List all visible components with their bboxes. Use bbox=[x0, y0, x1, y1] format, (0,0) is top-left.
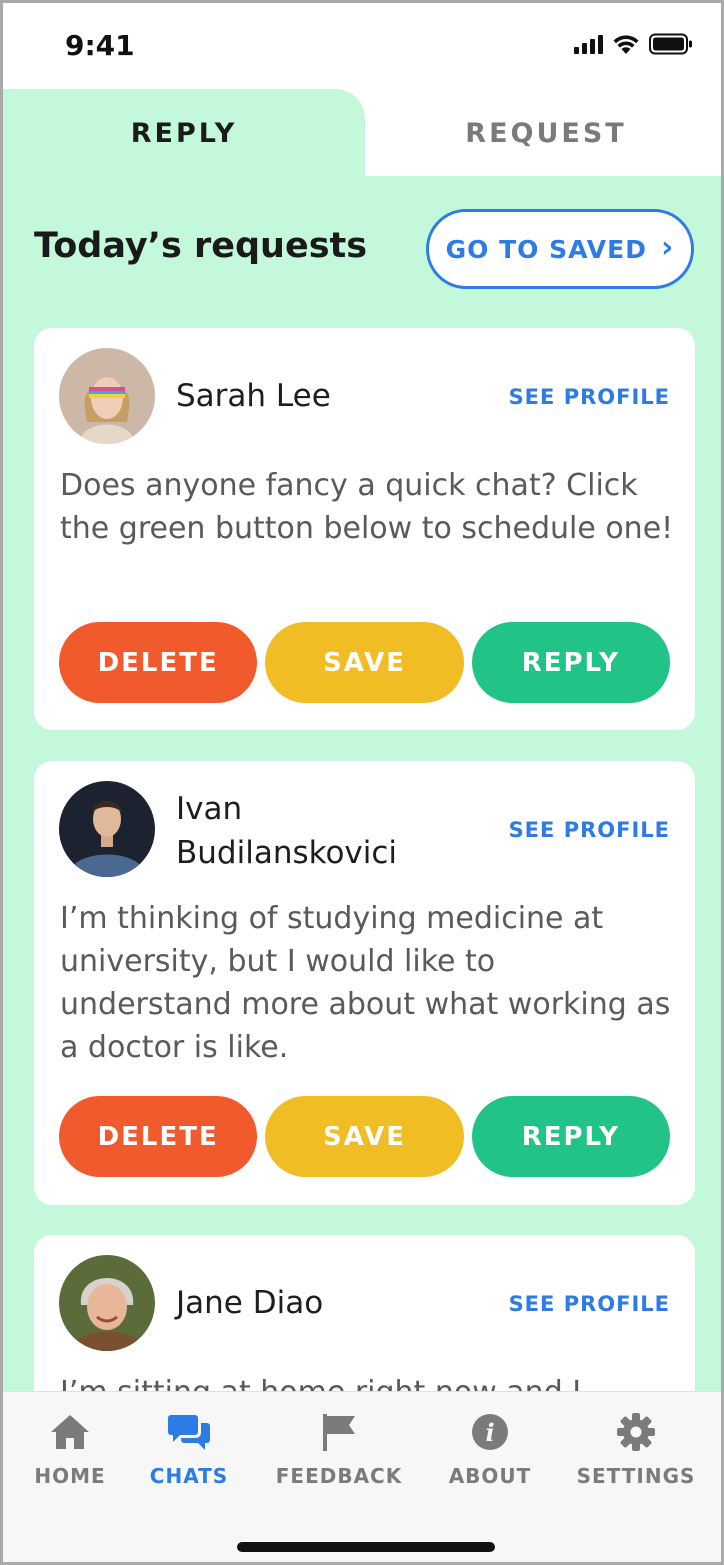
delete-button[interactable]: DELETE bbox=[59, 1096, 258, 1177]
card-actions: DELETE SAVE REPLY bbox=[59, 622, 670, 703]
request-message: I’m sitting at home right now and I bbox=[60, 1371, 675, 1391]
tab-reply[interactable]: REPLY bbox=[3, 89, 365, 177]
phone-screen: 9:41 REPLY REQUEST Today’s requests GO T… bbox=[0, 0, 724, 1565]
request-message: I’m thinking of studying medicine at uni… bbox=[60, 901, 671, 1065]
see-profile-link[interactable]: SEE PROFILE bbox=[509, 1292, 670, 1316]
reply-button[interactable]: REPLY bbox=[471, 1096, 670, 1177]
request-message: Does anyone fancy a quick chat? Click th… bbox=[60, 468, 674, 546]
avatar-ivan-image bbox=[59, 781, 155, 877]
request-card: Ivan Budilanskovici SEE PROFILE I’m thin… bbox=[34, 761, 695, 1205]
request-card: Jane Diao SEE PROFILE I’m sitting at hom… bbox=[34, 1235, 695, 1391]
chat-icon bbox=[168, 1415, 210, 1450]
battery-icon bbox=[649, 33, 692, 55]
home-indicator bbox=[237, 1542, 495, 1552]
request-card: Sarah Lee SEE PROFILE Does anyone fancy … bbox=[34, 328, 695, 730]
go-to-saved-label: GO TO SAVED bbox=[445, 234, 647, 264]
tab-request[interactable]: REQUEST bbox=[365, 89, 721, 177]
go-to-saved-button[interactable]: GO TO SAVED › bbox=[426, 209, 694, 289]
status-bar: 9:41 bbox=[3, 3, 721, 89]
requester-name: Jane Diao bbox=[176, 1285, 324, 1321]
avatar[interactable] bbox=[59, 1255, 155, 1351]
info-icon: i bbox=[472, 1414, 508, 1450]
requester-first-name: Ivan bbox=[176, 791, 243, 827]
see-profile-link[interactable]: SEE PROFILE bbox=[509, 385, 670, 409]
save-button[interactable]: SAVE bbox=[265, 622, 464, 703]
cellular-signal-icon bbox=[574, 34, 603, 54]
wifi-icon bbox=[613, 35, 639, 54]
avatar[interactable] bbox=[59, 348, 155, 444]
bottom-nav: HOME CHATS FEEDBACK i ABOUT SETTINGS bbox=[3, 1391, 721, 1562]
page-title: Today’s requests bbox=[34, 226, 368, 266]
nav-about-label: ABOUT bbox=[448, 1464, 532, 1488]
reply-button[interactable]: REPLY bbox=[471, 622, 670, 703]
requester-name: Ivan Budilanskovici bbox=[176, 787, 397, 875]
status-time: 9:41 bbox=[65, 29, 135, 62]
requester-name: Sarah Lee bbox=[176, 378, 331, 414]
nav-feedback-label: FEEDBACK bbox=[275, 1464, 403, 1488]
svg-text:i: i bbox=[485, 1418, 494, 1447]
gear-icon bbox=[617, 1413, 655, 1451]
delete-button[interactable]: DELETE bbox=[59, 622, 258, 703]
chevron-right-icon: › bbox=[660, 230, 675, 265]
home-icon bbox=[51, 1415, 89, 1449]
nav-settings-label: SETTINGS bbox=[576, 1464, 696, 1488]
avatar-jane-image bbox=[59, 1255, 155, 1351]
save-button[interactable]: SAVE bbox=[265, 1096, 464, 1177]
see-profile-link[interactable]: SEE PROFILE bbox=[509, 818, 670, 842]
requester-last-name: Budilanskovici bbox=[176, 835, 398, 871]
tab-bar: REPLY REQUEST bbox=[3, 89, 721, 177]
requests-panel: Today’s requests GO TO SAVED › Sarah Lee… bbox=[3, 176, 721, 1391]
status-icons bbox=[574, 33, 693, 55]
nav-chats-label: CHATS bbox=[149, 1464, 229, 1488]
avatar[interactable] bbox=[59, 781, 155, 877]
avatar-sarah-image bbox=[59, 348, 155, 444]
flag-icon bbox=[323, 1414, 355, 1451]
card-actions: DELETE SAVE REPLY bbox=[59, 1096, 670, 1177]
